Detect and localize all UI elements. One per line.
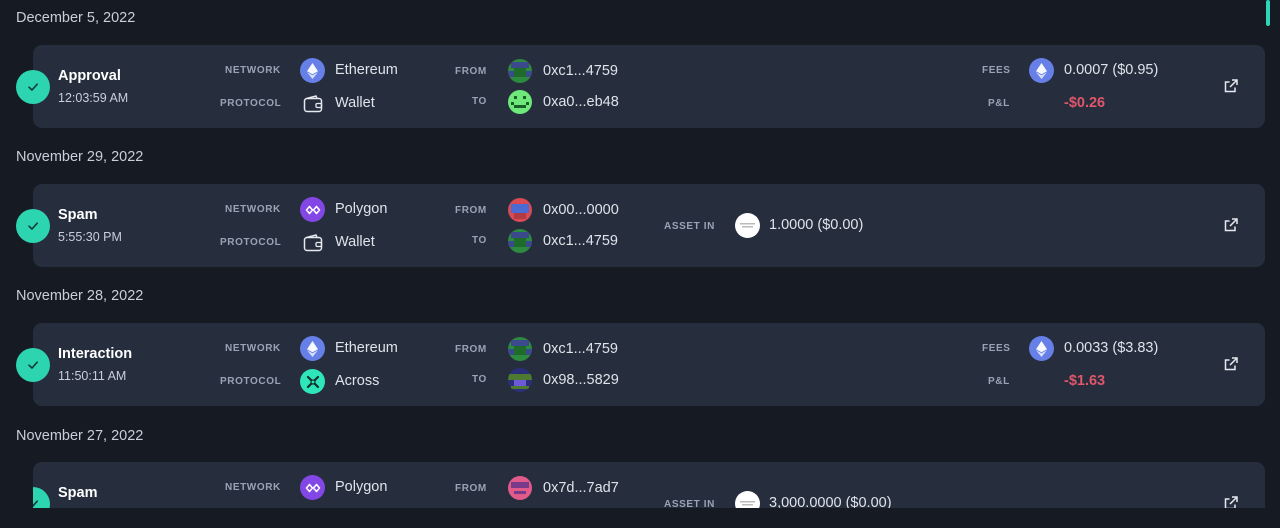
network-name: Polygon — [335, 479, 388, 495]
check-icon — [16, 209, 50, 243]
network-name: Polygon — [335, 201, 388, 217]
transaction-time: 5:55:30 PM — [58, 230, 122, 244]
fees-label: FEES — [982, 65, 1011, 76]
network-label: NETWORK — [225, 343, 281, 354]
fees-label: FEES — [982, 343, 1011, 354]
transaction-type: Spam — [58, 207, 98, 223]
network-name: Ethereum — [335, 340, 398, 356]
transaction-card[interactable]: Interaction 11:50:11 AM NETWORK PROTOCOL… — [16, 323, 1265, 406]
network-label: NETWORK — [225, 65, 281, 76]
pnl-value: -$0.26 — [1064, 95, 1106, 111]
date-heading: December 5, 2022 — [16, 10, 136, 26]
external-link-icon[interactable] — [1223, 217, 1239, 233]
check-icon — [16, 348, 50, 382]
fees-value: 0.0007 ($0.95) — [1064, 62, 1159, 78]
transaction-time: 12:03:59 AM — [58, 91, 129, 105]
network-label: NETWORK — [225, 482, 281, 493]
from-address[interactable]: 0xc1...4759 — [543, 341, 618, 357]
to-label: TO — [472, 235, 487, 246]
date-heading: November 27, 2022 — [16, 428, 144, 444]
protocol-name: Wallet — [335, 234, 375, 250]
protocol-name: Across — [335, 373, 380, 389]
pnl-value: -$1.63 — [1064, 373, 1106, 389]
wallet-icon — [300, 91, 325, 116]
check-icon — [16, 70, 50, 104]
transaction-card[interactable]: Approval 12:03:59 AM NETWORK PROTOCOL Et… — [16, 45, 1265, 128]
date-heading: November 29, 2022 — [16, 149, 144, 165]
protocol-label: PROTOCOL — [220, 376, 282, 387]
to-label: TO — [472, 96, 487, 107]
asset-in-value: 3,000.0000 ($0.00) — [769, 495, 892, 508]
to-address[interactable]: 0xa0...eb48 — [543, 94, 619, 110]
from-avatar — [508, 59, 532, 83]
transaction-time: 11:50:11 AM — [58, 369, 127, 383]
fees-value: 0.0033 ($3.83) — [1064, 340, 1159, 356]
external-link-icon[interactable] — [1223, 495, 1239, 508]
protocol-label: PROTOCOL — [220, 237, 282, 248]
scrollbar-thumb[interactable] — [1266, 0, 1270, 26]
to-avatar — [508, 368, 532, 392]
asset-in-label: ASSET IN — [664, 499, 715, 508]
external-link-icon[interactable] — [1223, 78, 1239, 94]
token-icon — [735, 213, 760, 238]
ethereum-icon — [1029, 58, 1054, 83]
polygon-icon — [300, 197, 325, 222]
to-label: TO — [472, 374, 487, 385]
wallet-icon — [300, 230, 325, 255]
bottom-fade — [0, 508, 1280, 528]
from-label: FROM — [455, 205, 487, 216]
transaction-type: Spam — [58, 485, 98, 501]
ethereum-icon — [300, 336, 325, 361]
protocol-name: Wallet — [335, 95, 375, 111]
from-address[interactable]: 0xc1...4759 — [543, 63, 618, 79]
transaction-card[interactable]: Spam 5:55:30 PM NETWORK PROTOCOL Polygon… — [16, 184, 1265, 267]
network-name: Ethereum — [335, 62, 398, 78]
ethereum-icon — [300, 58, 325, 83]
pnl-label: P&L — [988, 376, 1010, 387]
protocol-label: PROTOCOL — [220, 98, 282, 109]
from-address[interactable]: 0x7d...7ad7 — [543, 480, 619, 496]
polygon-icon — [300, 475, 325, 500]
date-heading: November 28, 2022 — [16, 288, 144, 304]
to-avatar — [508, 229, 532, 253]
from-avatar — [508, 198, 532, 222]
token-icon — [735, 491, 760, 508]
to-address[interactable]: 0xc1...4759 — [543, 233, 618, 249]
pnl-label: P&L — [988, 98, 1010, 109]
transaction-type: Approval — [58, 68, 121, 84]
transaction-card[interactable]: Spam NETWORK Polygon FROM 0x7d...7ad7 AS… — [33, 462, 1265, 508]
to-address[interactable]: 0x98...5829 — [543, 372, 619, 388]
check-icon — [33, 487, 50, 508]
from-label: FROM — [455, 344, 487, 355]
to-avatar — [508, 90, 532, 114]
ethereum-icon — [1029, 336, 1054, 361]
from-address[interactable]: 0x00...0000 — [543, 202, 619, 218]
external-link-icon[interactable] — [1223, 356, 1239, 372]
from-avatar — [508, 476, 532, 500]
network-label: NETWORK — [225, 204, 281, 215]
from-avatar — [508, 337, 532, 361]
from-label: FROM — [455, 66, 487, 77]
asset-in-label: ASSET IN — [664, 221, 715, 232]
asset-in-value: 1.0000 ($0.00) — [769, 217, 864, 233]
transaction-type: Interaction — [58, 346, 133, 362]
across-icon — [300, 369, 325, 394]
from-label: FROM — [455, 483, 487, 494]
